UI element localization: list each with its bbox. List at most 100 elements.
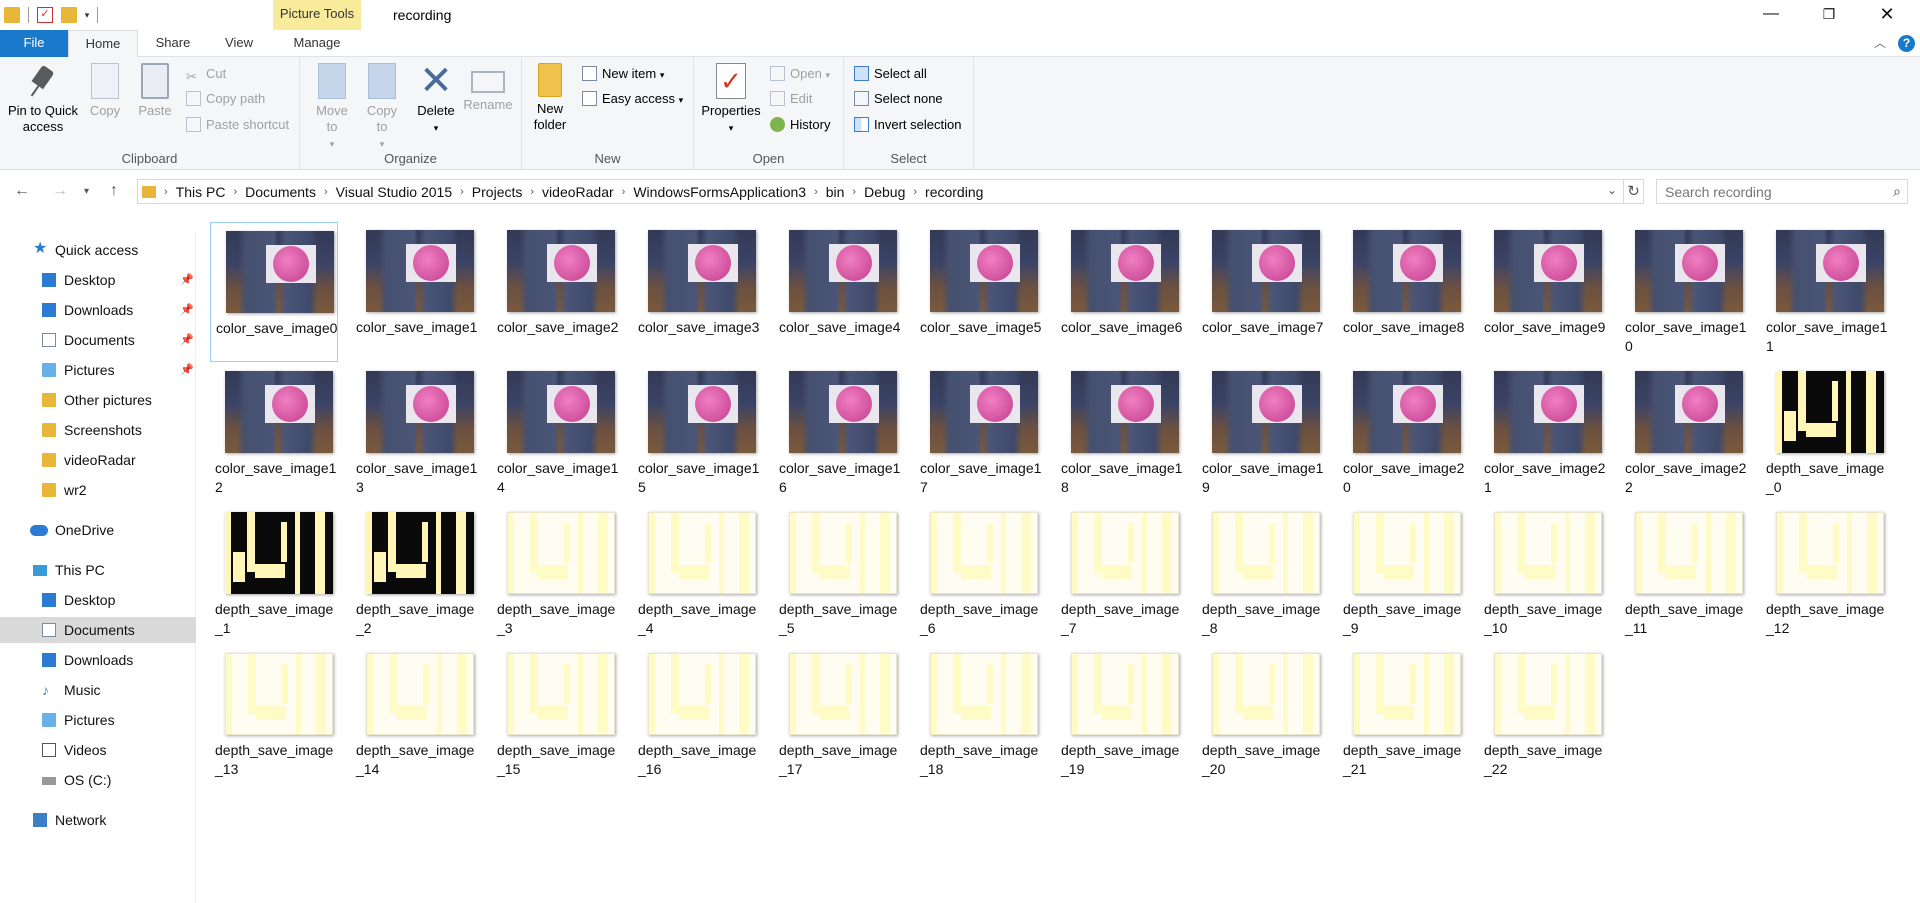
- copy-to-button[interactable]: Copy to ▾: [362, 63, 402, 152]
- nav-pc-documents[interactable]: Documents: [0, 617, 196, 643]
- up-arrow-icon[interactable]: ↑: [110, 182, 118, 200]
- nav-pc-music[interactable]: ♪ Music: [0, 677, 196, 703]
- tab-manage[interactable]: Manage: [273, 30, 361, 57]
- file-item[interactable]: depth_save_image_9: [1338, 504, 1466, 644]
- file-item[interactable]: color_save_image14: [492, 363, 620, 503]
- nav-pc-os-drive[interactable]: OS (C:): [0, 767, 196, 793]
- chevron-right-icon[interactable]: ›: [233, 186, 237, 198]
- file-item[interactable]: color_save_image21: [1479, 363, 1607, 503]
- breadcrumb-recording[interactable]: recording: [925, 184, 983, 200]
- invert-selection-button[interactable]: Invert selection: [852, 114, 961, 136]
- breadcrumb-projects[interactable]: Projects: [472, 184, 523, 200]
- file-item[interactable]: color_save_image17: [915, 363, 1043, 503]
- new-folder-button[interactable]: New folder: [530, 63, 570, 133]
- file-item[interactable]: depth_save_image_13: [210, 645, 338, 785]
- nav-pc-downloads[interactable]: Downloads: [0, 647, 196, 673]
- file-item[interactable]: color_save_image11: [1761, 222, 1889, 362]
- nav-pc-desktop[interactable]: Desktop: [0, 587, 196, 613]
- file-item[interactable]: depth_save_image_21: [1338, 645, 1466, 785]
- nav-quick-documents[interactable]: Documents 📌: [0, 327, 196, 353]
- chevron-right-icon[interactable]: ›: [622, 186, 626, 198]
- file-item[interactable]: depth_save_image_18: [915, 645, 1043, 785]
- search-input[interactable]: [1657, 180, 1877, 203]
- nav-this-pc[interactable]: This PC: [0, 557, 196, 583]
- chevron-right-icon[interactable]: ›: [814, 186, 818, 198]
- chevron-right-icon[interactable]: ›: [460, 186, 464, 198]
- address-bar[interactable]: › This PC › Documents › Visual Studio 20…: [137, 179, 1624, 204]
- file-item[interactable]: color_save_image16: [774, 363, 902, 503]
- file-item[interactable]: depth_save_image_1: [210, 504, 338, 644]
- nav-quick-other-pictures[interactable]: Other pictures: [0, 387, 196, 413]
- file-item[interactable]: depth_save_image_16: [633, 645, 761, 785]
- recent-locations-dropdown-icon[interactable]: ▾: [84, 186, 89, 197]
- customize-toolbar-dropdown-icon[interactable]: ▾: [81, 10, 93, 21]
- file-item[interactable]: color_save_image10: [1620, 222, 1748, 362]
- cut-button[interactable]: ✂ Cut: [184, 63, 226, 85]
- file-item[interactable]: depth_save_image_11: [1620, 504, 1748, 644]
- maximize-button[interactable]: ❐: [1800, 0, 1858, 30]
- collapse-ribbon-icon[interactable]: ︿: [1874, 34, 1886, 51]
- forward-arrow-icon[interactable]: →: [52, 182, 68, 200]
- breadcrumb-bin[interactable]: bin: [826, 184, 845, 200]
- easy-access-button[interactable]: Easy access ▾: [580, 88, 683, 110]
- nav-pc-pictures[interactable]: Pictures: [0, 707, 196, 733]
- paste-shortcut-button[interactable]: Paste shortcut: [184, 114, 289, 136]
- chevron-right-icon[interactable]: ›: [852, 186, 856, 198]
- copy-button[interactable]: Copy: [84, 63, 126, 119]
- file-item[interactable]: depth_save_image_12: [1761, 504, 1889, 644]
- file-item[interactable]: color_save_image22: [1620, 363, 1748, 503]
- breadcrumb-videoradar[interactable]: videoRadar: [542, 184, 614, 200]
- minimize-button[interactable]: —: [1742, 0, 1800, 30]
- select-none-button[interactable]: Select none: [852, 88, 943, 110]
- file-item[interactable]: color_save_image20: [1338, 363, 1466, 503]
- delete-button[interactable]: ✕ Delete ▾: [414, 61, 458, 136]
- search-icon[interactable]: ⌕: [1893, 183, 1901, 200]
- edit-button[interactable]: Edit: [768, 88, 812, 110]
- file-item[interactable]: depth_save_image_7: [1056, 504, 1184, 644]
- file-item[interactable]: depth_save_image_19: [1056, 645, 1184, 785]
- nav-onedrive[interactable]: OneDrive: [0, 517, 196, 543]
- file-item[interactable]: depth_save_image_2: [351, 504, 479, 644]
- file-item[interactable]: color_save_image12: [210, 363, 338, 503]
- file-item[interactable]: depth_save_image_22: [1479, 645, 1607, 785]
- tab-view[interactable]: View: [212, 30, 266, 57]
- new-item-button[interactable]: New item ▾: [580, 63, 664, 85]
- file-item[interactable]: depth_save_image_5: [774, 504, 902, 644]
- file-item[interactable]: color_save_image15: [633, 363, 761, 503]
- nav-quick-wr2[interactable]: wr2: [0, 477, 196, 503]
- paste-button[interactable]: Paste: [134, 63, 176, 119]
- nav-quick-desktop[interactable]: Desktop 📌: [0, 267, 196, 293]
- file-item[interactable]: color_save_image18: [1056, 363, 1184, 503]
- chevron-right-icon[interactable]: ›: [913, 186, 917, 198]
- file-item[interactable]: color_save_image9: [1479, 222, 1607, 362]
- file-item[interactable]: color_save_image8: [1338, 222, 1466, 362]
- file-item[interactable]: depth_save_image_20: [1197, 645, 1325, 785]
- chevron-right-icon[interactable]: ›: [164, 186, 168, 198]
- tab-file[interactable]: File: [0, 30, 68, 57]
- help-icon[interactable]: ?: [1898, 35, 1915, 52]
- file-item[interactable]: color_save_image4: [774, 222, 902, 362]
- chevron-right-icon[interactable]: ›: [324, 186, 328, 198]
- history-button[interactable]: History: [768, 114, 830, 136]
- new-folder-icon[interactable]: [61, 7, 77, 23]
- properties-check-icon[interactable]: ✓: [37, 7, 53, 23]
- file-item[interactable]: color_save_image3: [633, 222, 761, 362]
- breadcrumb-this-pc[interactable]: This PC: [176, 184, 226, 200]
- nav-quick-downloads[interactable]: Downloads 📌: [0, 297, 196, 323]
- search-box[interactable]: ⌕: [1656, 179, 1908, 204]
- select-all-button[interactable]: Select all: [852, 63, 927, 85]
- file-item[interactable]: color_save_image13: [351, 363, 479, 503]
- nav-quick-access[interactable]: ★ Quick access: [0, 237, 196, 263]
- tab-share[interactable]: Share: [148, 30, 198, 57]
- breadcrumb-documents[interactable]: Documents: [245, 184, 316, 200]
- file-item[interactable]: depth_save_image_3: [492, 504, 620, 644]
- copy-path-button[interactable]: Copy path: [184, 88, 265, 110]
- move-to-button[interactable]: Move to ▾: [312, 63, 352, 152]
- breadcrumb-debug[interactable]: Debug: [864, 184, 905, 200]
- nav-quick-pictures[interactable]: Pictures 📌: [0, 357, 196, 383]
- properties-button[interactable]: ✓ Properties ▾: [698, 63, 764, 136]
- file-item[interactable]: color_save_image0: [210, 222, 338, 362]
- file-item[interactable]: color_save_image6: [1056, 222, 1184, 362]
- file-item[interactable]: depth_save_image_0: [1761, 363, 1889, 503]
- nav-network[interactable]: Network: [0, 807, 196, 833]
